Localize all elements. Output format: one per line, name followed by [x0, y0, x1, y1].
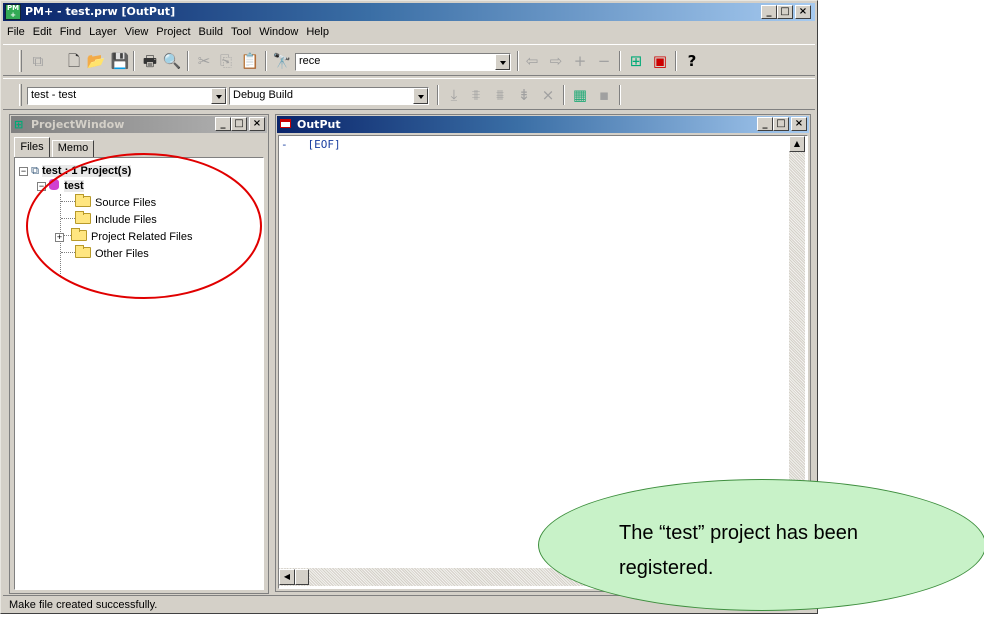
tab-files-label: Files: [20, 141, 44, 153]
tab-files[interactable]: Files: [14, 137, 50, 157]
callout-text: The “test” project has been registered.: [619, 522, 859, 579]
highlight-ellipse: [26, 153, 262, 299]
